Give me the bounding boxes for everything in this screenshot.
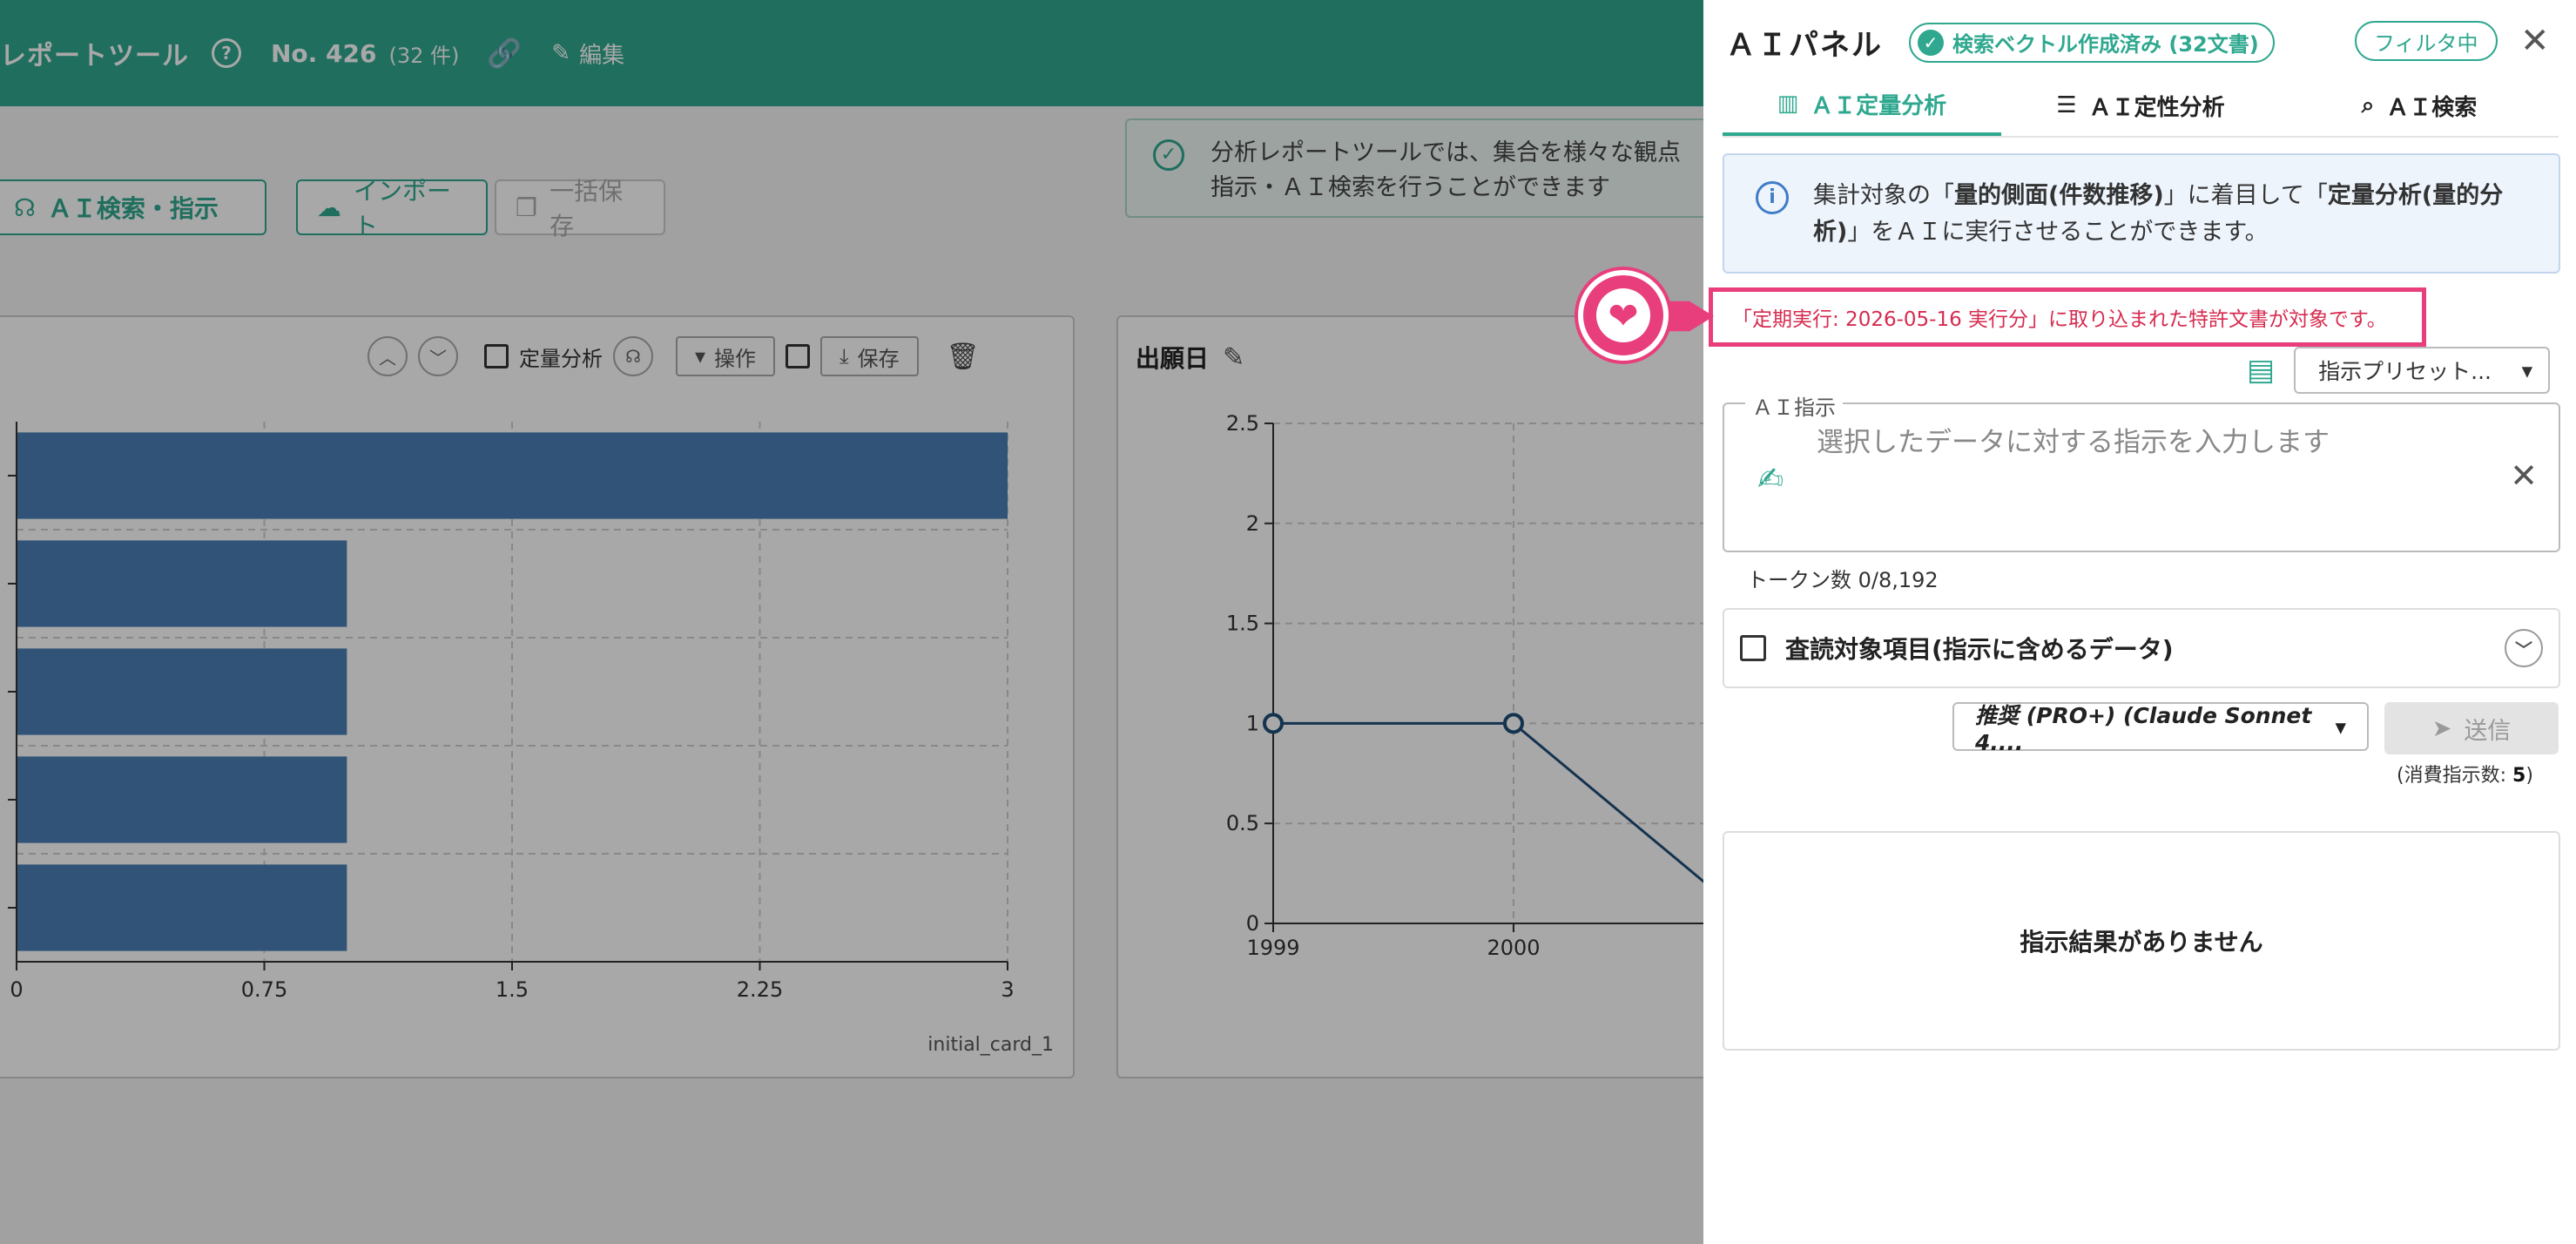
caret-down-icon: ▾ [2521,357,2533,383]
model-label: 推奨 (PRO+) (Claude Sonnet 4.... [1975,702,2312,755]
tab-quantitative[interactable]: ▥ ＡＩ定量分析 [1723,75,2001,136]
close-icon[interactable]: ✕ [2520,19,2550,63]
filter-chip[interactable]: フィルタ中 [2355,21,2498,61]
clear-icon[interactable]: ✕ [2510,456,2538,495]
ai-instruction-legend: ＡＩ指示 [1745,390,1843,421]
vector-status-text: 検索ベクトル作成済み (32文書) [1952,32,2259,57]
target-scope-notice: 「定期実行: 2026-05-16 実行分」に取り込まれた特許文書が対象です。 [1709,287,2426,347]
send-button[interactable]: ➤ 送信 [2384,702,2559,754]
vector-status-badge: ✓ 検索ベクトル作成済み (32文書) [1909,22,2275,63]
chevron-down-icon[interactable]: ﹀ [2505,629,2543,667]
tab-label: ＡＩ定量分析 [1811,92,1947,119]
caret-down-icon: ▾ [2335,713,2346,740]
ai-panel-header: ＡＩパネル ✓ 検索ベクトル作成済み (32文書) [1726,21,2275,64]
tab-qualitative[interactable]: ☰ ＡＩ定性分析 [2001,75,2280,136]
target-scope-text: 「定期実行: 2026-05-16 実行分」に取り込まれた特許文書が対象です。 [1732,308,2387,331]
ai-panel-title: ＡＩパネル [1726,28,1883,63]
info-notice: i 集計対象の「量的側面(件数推移)」に着目して「定量分析(量的分析)」をＡＩに… [1723,153,2560,274]
consume-count: (消費指示数: 5) [2397,765,2533,787]
edit-note-icon[interactable]: ✍ [1757,462,1784,497]
info-icon: i [1756,181,1789,214]
ai-panel-tabs: ▥ ＡＩ定量分析 ☰ ＡＩ定性分析 ⌕ ＡＩ検索 [1723,75,2559,138]
send-label: 送信 [2464,717,2512,745]
ai-instruction-field[interactable]: ＡＩ指示 選択したデータに対する指示を入力します ✍ ✕ [1723,390,2560,552]
preset-row: ▤ 指示プリセット... ▾ [2247,347,2551,394]
search-icon: ⌕ [2361,91,2375,118]
preset-label: 指示プリセット... [2318,359,2492,384]
tab-ai-search[interactable]: ⌕ ＡＩ検索 [2280,75,2559,136]
review-checkbox[interactable] [1740,635,1766,661]
review-label: 査読対象項目(指示に含めるデータ) [1785,635,2174,664]
bar-chart-icon: ▥ [1777,91,1799,117]
check-circle-icon: ✓ [1918,29,1944,56]
review-items-accordion[interactable]: 査読対象項目(指示に含めるデータ) ﹀ [1723,608,2560,688]
tab-label: ＡＩ検索 [2386,94,2478,121]
no-results-text: 指示結果がありません [2020,928,2263,957]
modal-backdrop[interactable] [0,0,1703,1244]
model-select[interactable]: 推奨 (PRO+) (Claude Sonnet 4.... ▾ [1952,702,2369,755]
notice-text: 集計対象の「量的側面(件数推移)」に着目して「定量分析(量的分析)」をＡＩに実行… [1813,182,2504,246]
send-icon: ➤ [2431,714,2452,742]
list-icon: ☰ [2056,92,2077,118]
results-area: 指示結果がありません [1723,831,2560,1051]
library-icon[interactable]: ▤ [2247,353,2275,388]
tab-label: ＡＩ定性分析 [2088,94,2225,121]
preset-select[interactable]: 指示プリセット... ▾ [2294,347,2551,394]
heart-icon: ❤ [1578,270,1669,361]
token-count: トークン数 0/8,192 [1747,568,1939,592]
ai-instruction-placeholder: 選択したデータに対する指示を入力します [1817,427,2330,458]
